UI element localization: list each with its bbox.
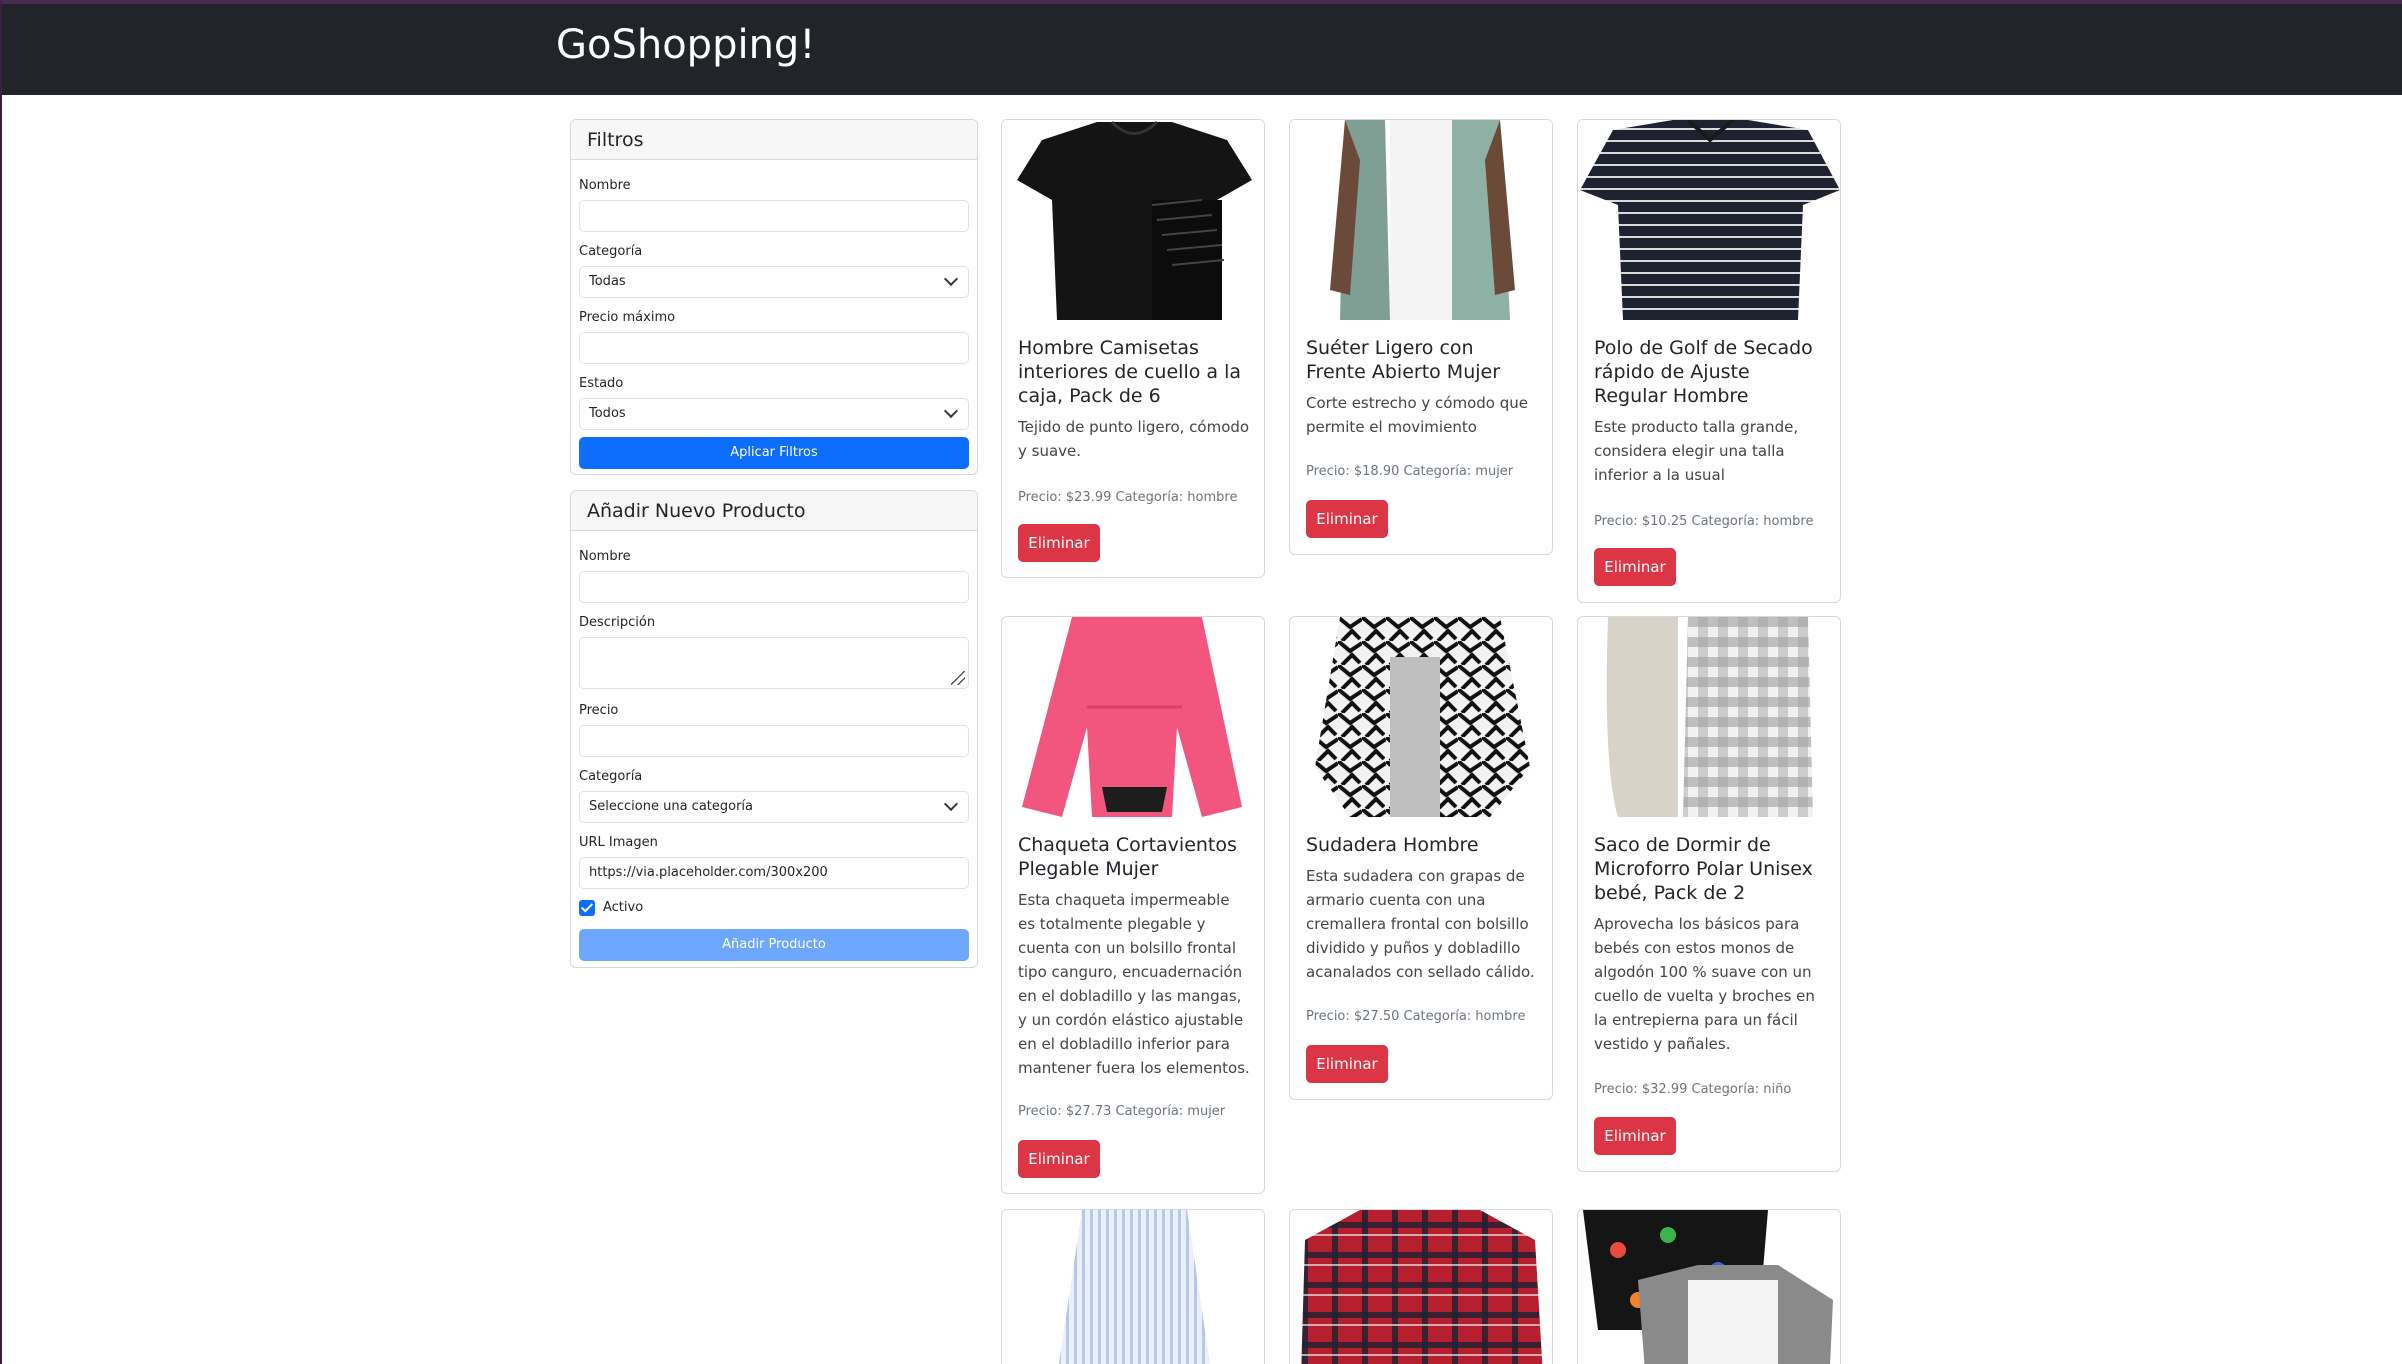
- product-meta: Precio: $27.50 Categoría: hombre: [1306, 1009, 1526, 1024]
- product-category-value: Seleccione una categoría: [589, 799, 754, 814]
- product-name-input[interactable]: [579, 571, 969, 603]
- product-image: [1002, 617, 1264, 817]
- delete-button[interactable]: Eliminar: [1306, 1045, 1388, 1083]
- filter-status-select[interactable]: Todos: [579, 398, 969, 430]
- filter-category-label: Categoría: [579, 244, 643, 259]
- delete-button[interactable]: Eliminar: [1018, 1140, 1100, 1178]
- product-image: [1578, 617, 1840, 817]
- product-description-textarea[interactable]: [579, 637, 969, 689]
- filter-name-input[interactable]: [579, 200, 969, 232]
- product-meta: Precio: $18.90 Categoría: mujer: [1306, 464, 1514, 479]
- delete-button[interactable]: Eliminar: [1594, 548, 1676, 586]
- delete-button[interactable]: Eliminar: [1306, 500, 1388, 538]
- product-card: Sudadera Hombre Esta sudadera con grapas…: [1289, 616, 1553, 1100]
- product-card: Saco de Dormir de Microforro Polar Unise…: [1577, 616, 1841, 1172]
- product-image: [1290, 1210, 1552, 1364]
- active-label: Activo: [603, 900, 644, 915]
- filter-status-value: Todos: [589, 406, 626, 421]
- product-title: Sudadera Hombre: [1306, 834, 1479, 856]
- product-title: Hombre Camisetas interiores de cuello a …: [1018, 337, 1241, 407]
- product-card: [1001, 1209, 1265, 1364]
- resize-handle-icon[interactable]: [951, 671, 965, 685]
- product-description: Aprovecha los básicos para bebés con est…: [1594, 915, 1815, 1053]
- chevron-down-icon: [943, 403, 959, 419]
- product-description-label: Descripción: [579, 615, 656, 630]
- product-meta: Precio: $23.99 Categoría: hombre: [1018, 490, 1238, 505]
- product-description: Corte estrecho y cómodo que permite el m…: [1306, 394, 1528, 436]
- product-meta: Precio: $32.99 Categoría: niño: [1594, 1082, 1792, 1097]
- product-meta: Precio: $10.25 Categoría: hombre: [1594, 514, 1814, 529]
- active-checkbox[interactable]: [579, 900, 595, 916]
- filter-status-label: Estado: [579, 376, 624, 391]
- filter-max-price-input[interactable]: [579, 332, 969, 364]
- product-meta: Precio: $27.73 Categoría: mujer: [1018, 1104, 1226, 1119]
- product-card: Polo de Golf de Secado rápido de Ajuste …: [1577, 119, 1841, 603]
- filter-category-value: Todas: [589, 274, 626, 289]
- add-product-button[interactable]: Añadir Producto: [579, 929, 969, 961]
- chevron-down-icon: [943, 271, 959, 287]
- product-image-url-label: URL Imagen: [579, 835, 658, 850]
- brand-logo[interactable]: GoShopping!: [556, 22, 815, 68]
- product-name-label: Nombre: [579, 549, 631, 564]
- filter-name-label: Nombre: [579, 178, 631, 193]
- product-image: [1290, 120, 1552, 320]
- filter-category-select[interactable]: Todas: [579, 266, 969, 298]
- product-category-label: Categoría: [579, 769, 643, 784]
- filters-card: Filtros Nombre Categoría Todas Precio má…: [570, 119, 978, 475]
- product-image: [1002, 1210, 1264, 1364]
- browser-viewport: GoShopping! Filtros Nombre Categoría Tod…: [0, 0, 2402, 1364]
- product-price-input[interactable]: [579, 725, 969, 757]
- product-title: Chaqueta Cortavientos Plegable Mujer: [1018, 834, 1237, 880]
- filters-title: Filtros: [571, 120, 977, 160]
- product-title: Suéter Ligero con Frente Abierto Mujer: [1306, 337, 1501, 383]
- chevron-down-icon: [943, 796, 959, 812]
- product-title: Saco de Dormir de Microforro Polar Unise…: [1594, 834, 1813, 904]
- filter-max-price-label: Precio máximo: [579, 310, 676, 325]
- product-description: Esta sudadera con grapas de armario cuen…: [1306, 867, 1535, 981]
- product-card: [1577, 1209, 1841, 1364]
- product-card: [1289, 1209, 1553, 1364]
- product-card: Chaqueta Cortavientos Plegable Mujer Est…: [1001, 616, 1265, 1194]
- product-description: Tejido de punto ligero, cómodo y suave.: [1018, 418, 1250, 460]
- new-product-title: Añadir Nuevo Producto: [571, 491, 977, 531]
- product-image: [1578, 120, 1840, 320]
- navbar: GoShopping!: [2, 4, 2402, 95]
- new-product-card: Añadir Nuevo Producto Nombre Descripción…: [570, 490, 978, 968]
- product-card: Hombre Camisetas interiores de cuello a …: [1001, 119, 1265, 578]
- product-card: Suéter Ligero con Frente Abierto Mujer C…: [1289, 119, 1553, 555]
- delete-button[interactable]: Eliminar: [1018, 524, 1100, 562]
- product-image-url-input[interactable]: https://via.placeholder.com/300x200: [579, 857, 969, 889]
- product-image: [1290, 617, 1552, 817]
- delete-button[interactable]: Eliminar: [1594, 1117, 1676, 1155]
- apply-filters-button[interactable]: Aplicar Filtros: [579, 437, 969, 469]
- product-price-label: Precio: [579, 703, 619, 718]
- product-category-select[interactable]: Seleccione una categoría: [579, 791, 969, 823]
- product-description: Este producto talla grande, considera el…: [1594, 418, 1799, 484]
- product-image: [1578, 1210, 1840, 1364]
- product-title: Polo de Golf de Secado rápido de Ajuste …: [1594, 337, 1813, 407]
- product-image: [1002, 120, 1264, 320]
- product-description: Esta chaqueta impermeable es totalmente …: [1018, 891, 1250, 1077]
